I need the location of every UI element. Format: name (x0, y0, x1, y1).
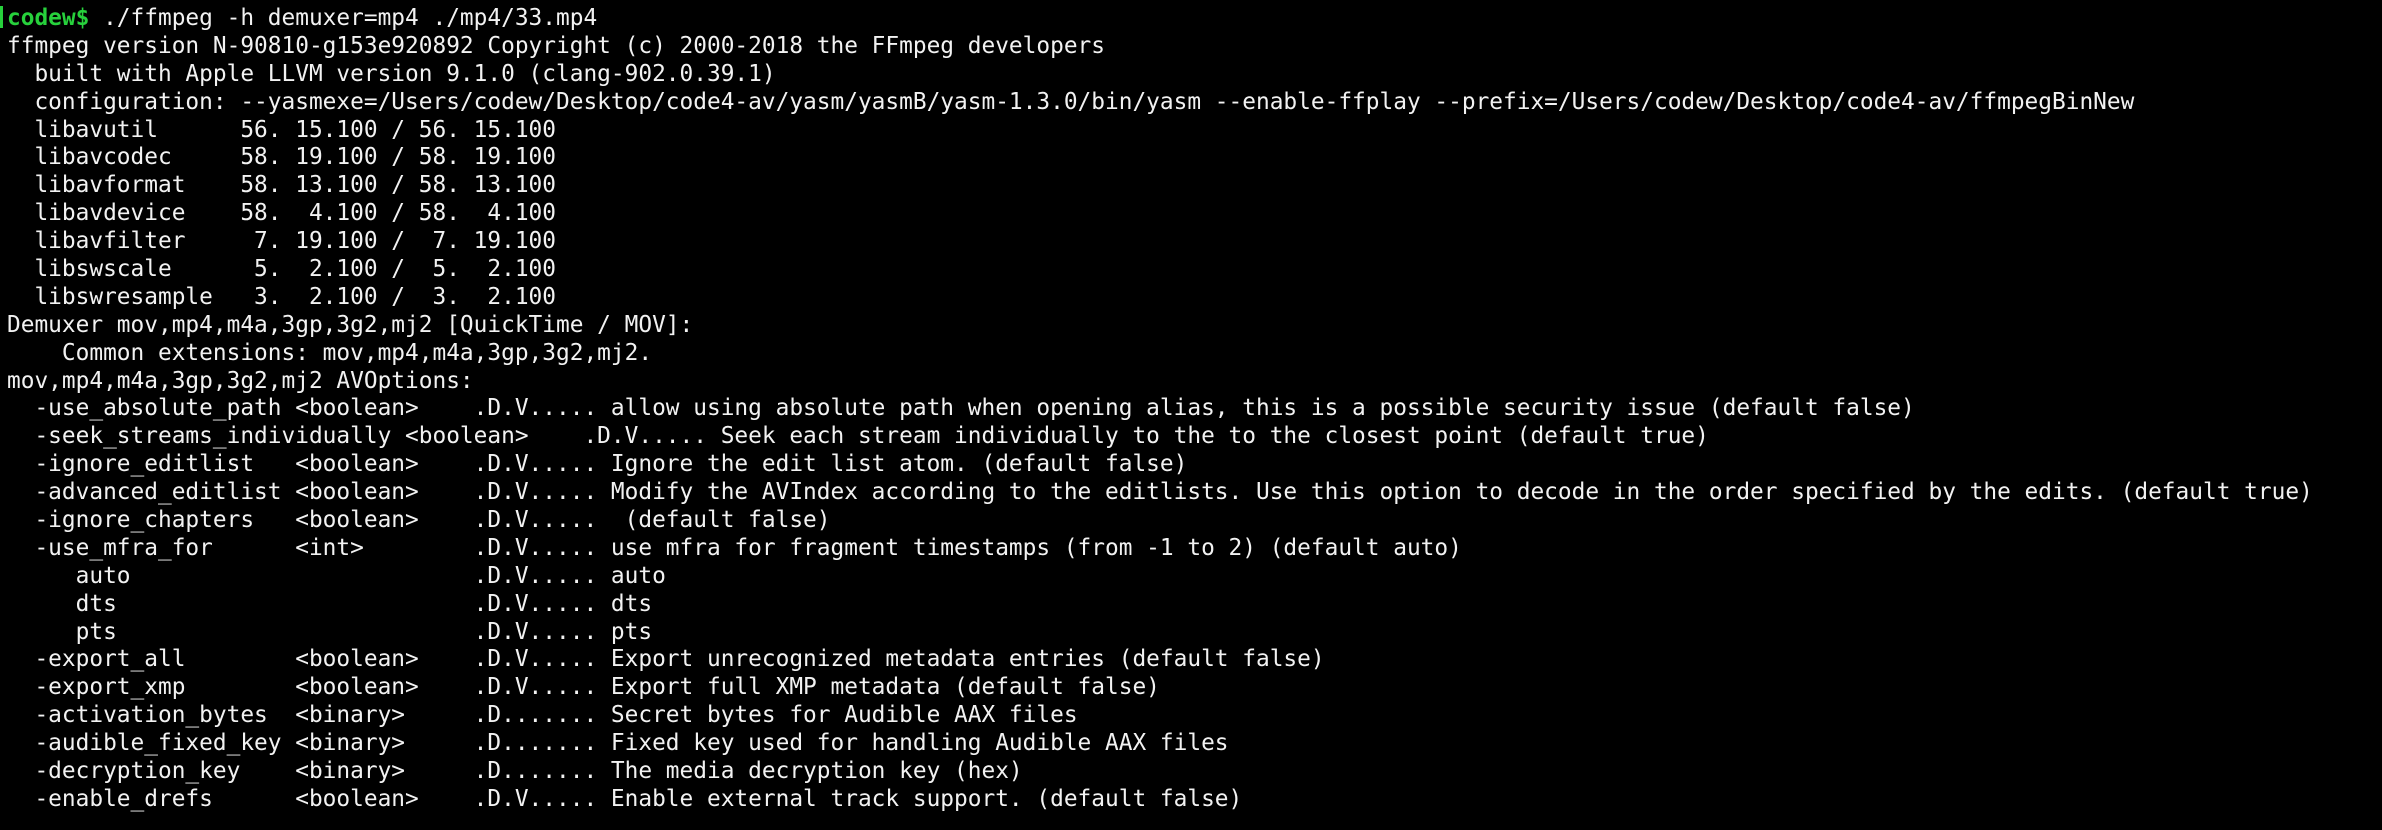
prompt-line: codew$ ./ffmpeg -h demuxer=mp4 ./mp4/33.… (0, 5, 2382, 33)
option-line-activation-bytes: -activation_bytes <binary> .D....... Sec… (7, 702, 1078, 729)
prompt-user: codew$ (7, 5, 90, 31)
option-line-ignore-editlist: -ignore_editlist <boolean> .D.V..... Ign… (7, 451, 1188, 478)
option-line-enable-drefs: -enable_drefs <boolean> .D.V..... Enable… (7, 785, 1243, 812)
output-line-libavformat: libavformat 58. 13.100 / 58. 13.100 (7, 172, 556, 199)
output-line-libswresample: libswresample 3. 2.100 / 3. 2.100 (7, 283, 556, 310)
output-line-demuxer-header: Demuxer mov,mp4,m4a,3gp,3g2,mj2 [QuickTi… (7, 311, 694, 338)
option-line-export-all: -export_all <boolean> .D.V..... Export u… (7, 646, 1325, 673)
option-line-use-absolute-path: -use_absolute_path <boolean> .D.V..... a… (7, 395, 1915, 422)
output-line-libavutil: libavutil 56. 15.100 / 56. 15.100 (7, 116, 556, 143)
output-line-libavfilter: libavfilter 7. 19.100 / 7. 19.100 (7, 228, 556, 255)
prompt-command: ./ffmpeg -h demuxer=mp4 ./mp4/33.mp4 (89, 5, 598, 31)
output-line-libavcodec: libavcodec 58. 19.100 / 58. 19.100 (7, 144, 556, 171)
option-value-line-auto: auto .D.V..... auto (7, 562, 666, 589)
cursor-marker (0, 6, 3, 28)
output-line-libswscale: libswscale 5. 2.100 / 5. 2.100 (7, 256, 556, 283)
option-line-use-mfra-for: -use_mfra_for <int> .D.V..... use mfra f… (7, 534, 1462, 561)
option-value-line-dts: dts .D.V..... dts (7, 590, 653, 617)
option-line-advanced-editlist: -advanced_editlist <boolean> .D.V..... M… (7, 479, 2313, 506)
output-line-common-extensions: Common extensions: mov,mp4,m4a,3gp,3g2,m… (7, 339, 653, 366)
option-value-line-pts: pts .D.V..... pts (7, 618, 653, 645)
option-line-export-xmp: -export_xmp <boolean> .D.V..... Export f… (7, 674, 1160, 701)
output-line-built-with: built with Apple LLVM version 9.1.0 (cla… (7, 60, 776, 87)
terminal-window[interactable]: codew$ ./ffmpeg -h demuxer=mp4 ./mp4/33.… (0, 0, 2382, 830)
output-line-avoptions-header: mov,mp4,m4a,3gp,3g2,mj2 AVOptions: (7, 367, 474, 394)
option-line-seek-streams-individually: -seek_streams_individually <boolean> .D.… (7, 423, 1709, 450)
output-line-version: ffmpeg version N-90810-g153e920892 Copyr… (7, 32, 1105, 59)
output-line-configuration: configuration: --yasmexe=/Users/codew/De… (7, 88, 2135, 115)
option-line-ignore-chapters: -ignore_chapters <boolean> .D.V..... (de… (7, 507, 831, 534)
option-line-decryption-key: -decryption_key <binary> .D....... The m… (7, 758, 1023, 785)
option-line-audible-fixed-key: -audible_fixed_key <binary> .D....... Fi… (7, 730, 1229, 757)
output-line-libavdevice: libavdevice 58. 4.100 / 58. 4.100 (7, 200, 556, 227)
